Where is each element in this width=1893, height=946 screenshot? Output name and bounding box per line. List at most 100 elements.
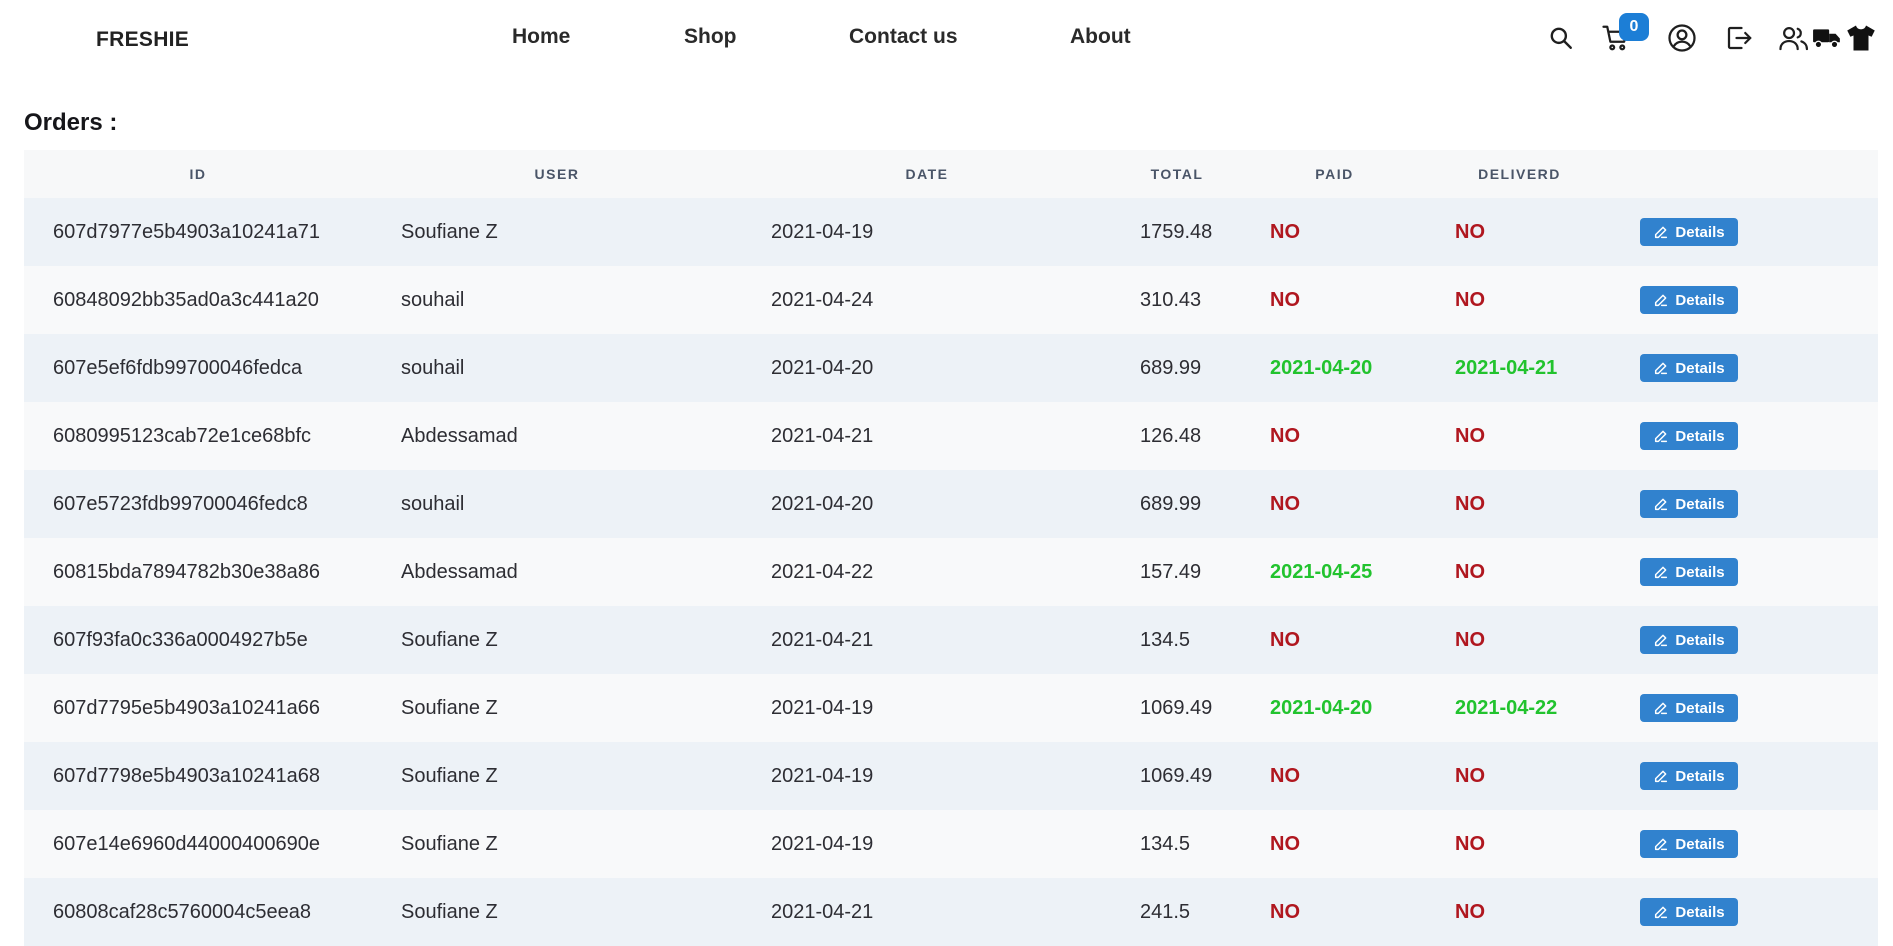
- order-delivered-status-text: NO: [1455, 628, 1485, 651]
- order-total-cell: 1759.48: [1140, 198, 1212, 266]
- order-total-cell: 310.43: [1140, 266, 1201, 334]
- details-button[interactable]: Details: [1640, 762, 1738, 790]
- order-date-cell-text: 2021-04-21: [771, 424, 874, 447]
- order-delivered-status: NO: [1455, 266, 1485, 334]
- order-id-cell-text: 607d7795e5b4903a10241a66: [53, 696, 320, 719]
- order-delivered-status: NO: [1455, 538, 1485, 606]
- order-paid-status-text: NO: [1270, 492, 1300, 515]
- order-date-cell-text: 2021-04-19: [771, 696, 874, 719]
- order-paid-status: NO: [1270, 742, 1300, 810]
- order-delivered-status-text: NO: [1455, 832, 1485, 855]
- order-paid-status: NO: [1270, 810, 1300, 878]
- order-date-cell: 2021-04-20: [771, 334, 873, 402]
- table-row: 607e5ef6fdb99700046fedca souhail 2021-04-2…: [24, 334, 1878, 402]
- order-paid-status: NO: [1270, 878, 1300, 946]
- order-total-cell-text: 134.5: [1140, 832, 1191, 855]
- top-navbar: FRESHIE Home Shop Contact us About 0: [0, 0, 1893, 76]
- order-user-cell: Soufiane Z: [401, 742, 498, 810]
- order-user-cell: Soufiane Z: [401, 606, 498, 674]
- order-date-cell: 2021-04-21: [771, 878, 873, 946]
- order-delivered-status-text: 2021-04-21: [1455, 356, 1558, 379]
- order-delivered-status: 2021-04-22: [1455, 674, 1557, 742]
- details-label: Details: [1675, 903, 1725, 921]
- order-total-cell-text: 241.5: [1140, 900, 1191, 923]
- table-row: 60848092bb35ad0a3c441a20 souhail 2021-04-2…: [24, 266, 1878, 334]
- edit-icon: [1655, 566, 1668, 579]
- details-button[interactable]: Details: [1640, 286, 1738, 314]
- order-id-cell-text: 607e14e6960d44000400690e: [53, 832, 320, 855]
- order-delivered-status-text: NO: [1455, 764, 1485, 787]
- edit-icon: [1655, 498, 1668, 511]
- nav-contact-us[interactable]: Contact us: [849, 25, 958, 49]
- order-user-cell-text: souhail: [401, 492, 465, 515]
- order-user-cell-text: souhail: [401, 288, 465, 311]
- table-row: 607f93fa0c336a0004927b5e Soufiane Z 2021-0…: [24, 606, 1878, 674]
- users-icon[interactable]: [1777, 21, 1811, 55]
- details-label: Details: [1675, 291, 1725, 309]
- details-button[interactable]: Details: [1640, 218, 1738, 246]
- brand-logo[interactable]: FRESHIE: [96, 28, 189, 52]
- table-row: 60808caf28c5760004c5eea8 Soufiane Z 2021-0…: [24, 878, 1878, 946]
- table-row: 607d7798e5b4903a10241a68 Soufiane Z 2021-0…: [24, 742, 1878, 810]
- details-label: Details: [1675, 631, 1725, 649]
- nav-home[interactable]: Home: [512, 25, 570, 49]
- details-button[interactable]: Details: [1640, 558, 1738, 586]
- orders-table: ID USER DATE TOTAL PAID DELIVERD 607d797…: [24, 150, 1878, 946]
- table-header: ID USER DATE TOTAL PAID DELIVERD: [24, 150, 1878, 198]
- tshirt-icon[interactable]: [1844, 21, 1878, 55]
- order-total-cell: 1069.49: [1140, 674, 1212, 742]
- logout-icon[interactable]: [1722, 21, 1756, 55]
- order-total-cell-text: 1069.49: [1140, 764, 1213, 787]
- order-date-cell-text: 2021-04-19: [771, 220, 874, 243]
- order-date-cell: 2021-04-19: [771, 742, 873, 810]
- details-button[interactable]: Details: [1640, 490, 1738, 518]
- order-user-cell: souhail: [401, 266, 464, 334]
- order-delivered-status-text: NO: [1455, 492, 1485, 515]
- order-date-cell: 2021-04-19: [771, 198, 873, 266]
- order-user-cell-text: Soufiane Z: [401, 900, 498, 923]
- details-button[interactable]: Details: [1640, 694, 1738, 722]
- order-total-cell: 689.99: [1140, 334, 1201, 402]
- order-date-cell: 2021-04-21: [771, 606, 873, 674]
- details-button[interactable]: Details: [1640, 830, 1738, 858]
- order-id-cell: 607e5ef6fdb99700046fedca: [53, 334, 302, 402]
- order-id-cell-text: 607f93fa0c336a0004927b5e: [53, 628, 308, 651]
- order-user-cell-text: souhail: [401, 356, 465, 379]
- details-button[interactable]: Details: [1640, 626, 1738, 654]
- table-row: 607e5723fdb99700046fedc8 souhail 2021-04-2…: [24, 470, 1878, 538]
- order-paid-status-text: NO: [1270, 900, 1300, 923]
- order-date-cell-text: 2021-04-24: [771, 288, 874, 311]
- order-delivered-status: NO: [1455, 606, 1485, 674]
- table-row: 60815bda7894782b30e38a86 Abdessamad 2021-0…: [24, 538, 1878, 606]
- order-delivered-status-text: NO: [1455, 560, 1485, 583]
- search-icon[interactable]: [1544, 21, 1578, 55]
- order-total-cell-text: 310.43: [1140, 288, 1202, 311]
- details-label: Details: [1675, 223, 1725, 241]
- order-date-cell: 2021-04-22: [771, 538, 873, 606]
- details-button[interactable]: Details: [1640, 422, 1738, 450]
- user-circle-icon[interactable]: [1665, 21, 1699, 55]
- details-button[interactable]: Details: [1640, 898, 1738, 926]
- details-button[interactable]: Details: [1640, 354, 1738, 382]
- order-id-cell: 60808caf28c5760004c5eea8: [53, 878, 311, 946]
- order-user-cell-text: Soufiane Z: [401, 220, 498, 243]
- nav-shop[interactable]: Shop: [684, 25, 737, 49]
- order-user-cell-text: Soufiane Z: [401, 696, 498, 719]
- truck-icon[interactable]: [1810, 21, 1844, 55]
- order-paid-status: NO: [1270, 606, 1300, 674]
- nav-about[interactable]: About: [1070, 25, 1131, 49]
- order-user-cell: Soufiane Z: [401, 198, 498, 266]
- order-user-cell-text: Soufiane Z: [401, 628, 498, 651]
- order-paid-status: 2021-04-20: [1270, 334, 1372, 402]
- order-id-cell-text: 607d7977e5b4903a10241a71: [53, 220, 320, 243]
- order-date-cell-text: 2021-04-22: [771, 560, 874, 583]
- order-total-cell-text: 1759.48: [1140, 220, 1213, 243]
- order-total-cell-text: 157.49: [1140, 560, 1202, 583]
- order-id-cell: 60815bda7894782b30e38a86: [53, 538, 320, 606]
- order-delivered-status: NO: [1455, 742, 1485, 810]
- order-user-cell: Soufiane Z: [401, 878, 498, 946]
- order-date-cell-text: 2021-04-19: [771, 764, 874, 787]
- details-label: Details: [1675, 495, 1725, 513]
- edit-icon: [1655, 702, 1668, 715]
- order-total-cell-text: 689.99: [1140, 492, 1202, 515]
